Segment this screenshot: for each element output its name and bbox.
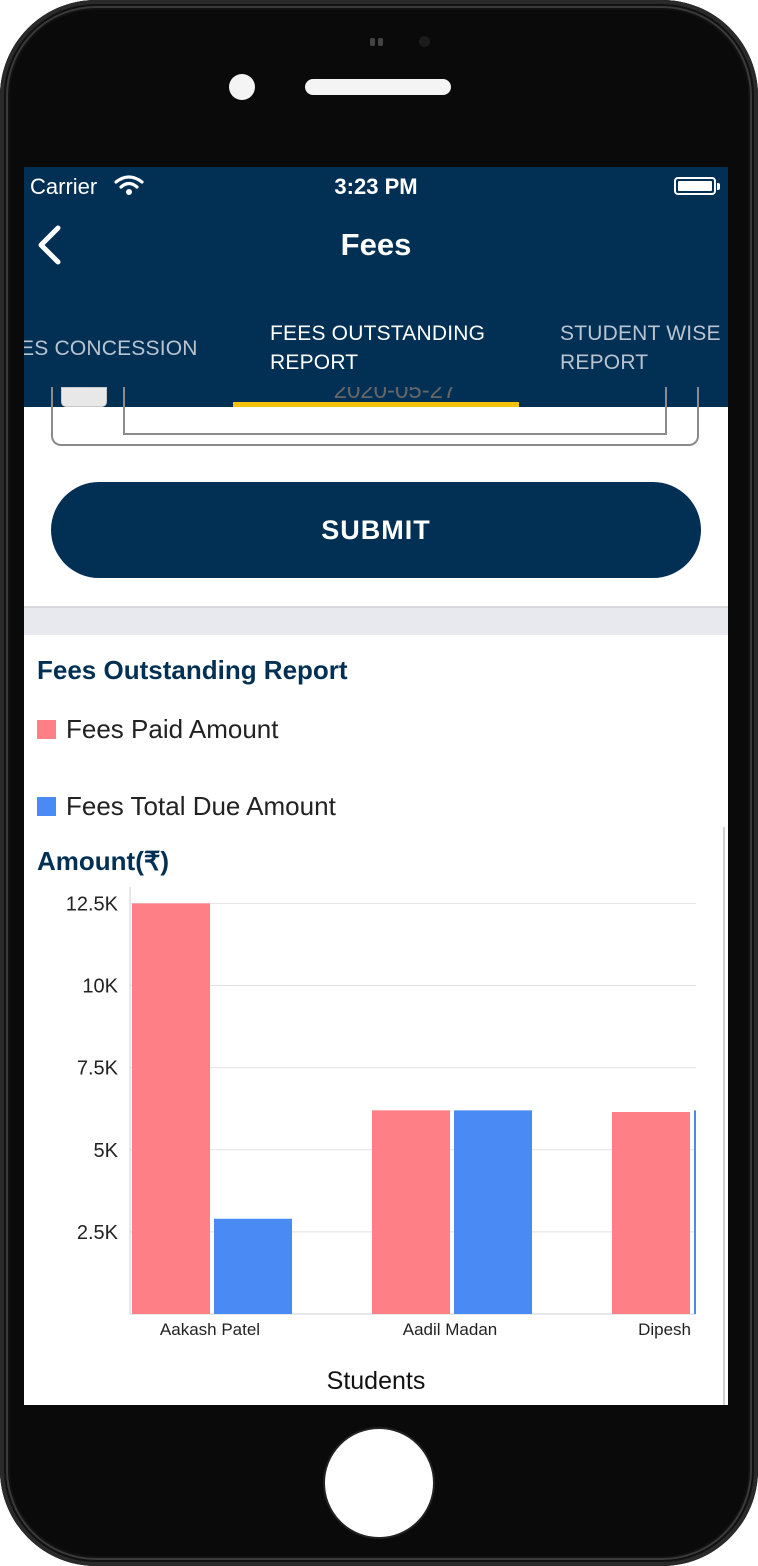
- y-tick-label: 10K: [82, 976, 118, 998]
- speaker-grille: [370, 38, 384, 46]
- bar-paid: [132, 903, 210, 1314]
- legend-swatch-paid: [37, 720, 56, 739]
- status-bar: Carrier 3:23 PM: [24, 167, 728, 205]
- legend-item-due[interactable]: Fees Total Due Amount: [37, 791, 336, 822]
- x-tick-label: Dipesh: [638, 1320, 691, 1339]
- tab-student-wise-report[interactable]: STUDENT WISE F REPORT: [560, 319, 728, 377]
- phone-frame: Carrier 3:23 PM Fees ES CONCESSION FEES …: [0, 0, 758, 1566]
- bar-due: [454, 1110, 532, 1314]
- x-tick-label: Aakash Patel: [160, 1320, 260, 1339]
- earpiece: [305, 79, 451, 95]
- battery-icon: [674, 177, 720, 195]
- x-axis-title: Students: [326, 1367, 426, 1395]
- legend-item-paid[interactable]: Fees Paid Amount: [37, 714, 278, 745]
- proximity-sensor: [419, 36, 430, 47]
- y-axis-title: Amount(₹): [37, 846, 170, 876]
- home-button[interactable]: [323, 1427, 435, 1539]
- bar-due: [214, 1218, 292, 1314]
- legend-swatch-due: [37, 797, 56, 816]
- tab-fees-concession[interactable]: ES CONCESSION: [24, 334, 198, 363]
- bar-chart: 2.5K 5K 7.5K 10K 12.5K Aakash Patel Aadil Mada…: [66, 887, 696, 1339]
- date-field-container: 2020-05-27: [51, 387, 699, 446]
- tab-fees-outstanding-report[interactable]: FEES OUTSTANDING REPORT: [270, 319, 485, 377]
- section-divider: [24, 606, 728, 635]
- bar-paid: [612, 1111, 690, 1314]
- bar-due: [694, 1110, 696, 1314]
- bar-paid: [372, 1110, 450, 1314]
- app-screen: Carrier 3:23 PM Fees ES CONCESSION FEES …: [24, 167, 728, 1405]
- y-tick-label: 5K: [94, 1140, 119, 1162]
- front-camera: [229, 74, 255, 100]
- calendar-icon[interactable]: [61, 387, 107, 407]
- report-title: Fees Outstanding Report: [37, 655, 348, 685]
- page-title: Fees: [340, 227, 412, 262]
- legend-label-due: Fees Total Due Amount: [66, 791, 336, 821]
- y-tick-label: 12.5K: [66, 893, 119, 915]
- y-tick-label: 2.5K: [77, 1222, 119, 1244]
- app-header: Carrier 3:23 PM Fees ES CONCESSION FEES …: [24, 167, 728, 407]
- clock: 3:23 PM: [334, 174, 418, 199]
- x-tick-label: Aadil Madan: [403, 1320, 498, 1339]
- date-input[interactable]: 2020-05-27: [123, 387, 667, 435]
- y-tick-label: 7.5K: [77, 1058, 119, 1080]
- legend-label-paid: Fees Paid Amount: [66, 714, 279, 744]
- submit-button[interactable]: SUBMIT: [51, 482, 701, 578]
